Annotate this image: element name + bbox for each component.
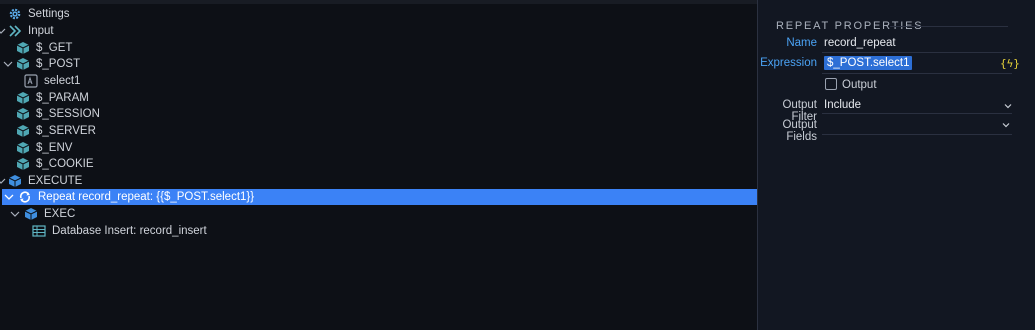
table-icon	[32, 224, 46, 238]
tree-item-label: $_POST	[36, 58, 81, 70]
tree-item-database-insert[interactable]: Database Insert: record_insert	[32, 223, 207, 239]
tree-item-label: Repeat record_repeat: {{$_POST.select1}}	[38, 191, 255, 203]
double-chevron-icon	[8, 24, 22, 38]
tree-item-exec[interactable]: EXEC	[24, 206, 75, 222]
tree-item-label: Database Insert:	[52, 225, 140, 237]
tree-item-label: select1	[44, 75, 81, 87]
record-insert-link[interactable]: record_insert	[140, 225, 207, 237]
chevron-down-icon[interactable]	[1002, 121, 1010, 129]
tree-item-get[interactable]: $_GET	[16, 40, 72, 56]
output-label: Output	[842, 79, 877, 91]
cube-icon	[16, 41, 30, 55]
expression-label: Expression	[760, 57, 817, 69]
tree-item-label: EXEC	[44, 208, 76, 220]
tree-item-label: $_PARAM	[36, 92, 89, 104]
cube-icon	[16, 57, 30, 71]
tree-item-repeat[interactable]: Repeat record_repeat: {{$_POST.select1}}	[2, 189, 757, 205]
chevron-down-icon[interactable]	[4, 192, 14, 202]
cube-icon	[16, 91, 30, 105]
name-field[interactable]: record_repeat	[824, 37, 896, 49]
tree-item-input[interactable]: Input	[8, 23, 54, 39]
cube-icon	[16, 124, 30, 138]
action-tree: Settings Input $_GET $_POST select1 $_PA…	[0, 4, 757, 330]
cube-icon	[16, 141, 30, 155]
output-filter-select[interactable]: Include	[824, 99, 861, 111]
chevron-down-icon[interactable]	[3, 59, 13, 69]
data-bindings-icon[interactable]: {ϟ}	[1000, 57, 1020, 70]
tree-item-cookie[interactable]: $_COOKIE	[16, 156, 94, 172]
output-fields-underline	[822, 134, 1012, 135]
tree-item-settings[interactable]: Settings	[8, 6, 70, 22]
tree-item-label: $_SESSION	[36, 108, 100, 120]
gear-icon	[8, 7, 22, 21]
tree-item-label: $_SERVER	[36, 125, 96, 137]
tree-item-param[interactable]: $_PARAM	[16, 90, 89, 106]
output-filter-underline	[822, 113, 1012, 114]
chevron-down-icon[interactable]	[10, 209, 20, 219]
chevron-down-icon[interactable]	[0, 176, 6, 186]
tree-item-select1[interactable]: select1	[24, 73, 80, 89]
properties-panel: REPEAT PROPERTIES Name record_repeat Exp…	[758, 0, 1035, 330]
tree-item-label: $_COOKIE	[36, 158, 94, 170]
tree-item-label: $_ENV	[36, 142, 73, 154]
chevron-down-icon[interactable]	[1004, 102, 1012, 110]
expression-field-underline	[822, 73, 1012, 74]
expression-field[interactable]: $_POST.select1	[824, 56, 913, 70]
name-label: Name	[786, 37, 817, 49]
cube-icon	[24, 207, 38, 221]
repeat-icon	[18, 190, 32, 204]
tree-item-post[interactable]: $_POST	[16, 56, 80, 72]
cube-icon	[16, 157, 30, 171]
cube-icon	[8, 174, 22, 188]
output-checkbox[interactable]	[825, 78, 837, 90]
tree-item-execute[interactable]: EXECUTE	[8, 173, 82, 189]
name-field-underline	[822, 52, 1012, 53]
variable-icon	[24, 74, 38, 88]
section-divider	[890, 26, 1008, 27]
cube-icon	[16, 107, 30, 121]
tree-item-label: Input	[28, 25, 54, 37]
tree-item-env[interactable]: $_ENV	[16, 140, 72, 156]
tree-item-label: EXECUTE	[28, 175, 83, 187]
chevron-down-icon[interactable]	[0, 26, 6, 36]
output-fields-label: Output Fields	[782, 119, 817, 143]
tree-item-server[interactable]: $_SERVER	[16, 123, 96, 139]
tree-item-label: Settings	[28, 8, 70, 20]
tree-item-session[interactable]: $_SESSION	[16, 106, 100, 122]
tree-item-label: $_GET	[36, 42, 73, 54]
